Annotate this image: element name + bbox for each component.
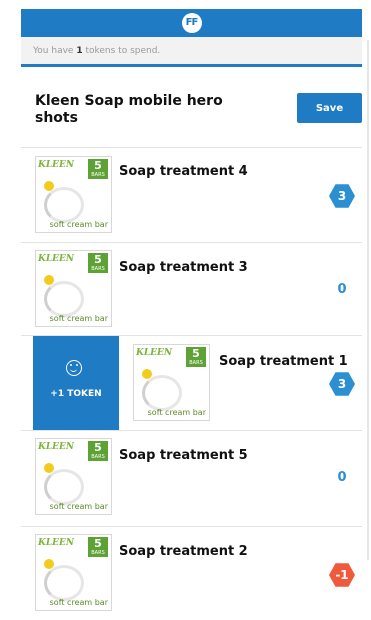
- token-status-text: You have 1 tokens to spend.: [33, 46, 160, 56]
- thumbnail-caption: soft cream bar: [49, 598, 108, 607]
- thumbnail-brand: KLEEN: [38, 442, 75, 452]
- score-value: 0: [337, 470, 347, 485]
- list-item[interactable]: KLEEN 5 BARS soft cream bar Soap treatmen…: [21, 528, 362, 620]
- thumbnail-caption: soft cream bar: [49, 220, 108, 229]
- list-item[interactable]: KLEEN 5 BARS soft cream bar Soap treatmen…: [119, 338, 362, 430]
- top-bar: FF: [21, 9, 362, 37]
- score-value: 0: [337, 282, 347, 297]
- scrollbar[interactable]: [367, 40, 369, 560]
- product-thumbnail: KLEEN 5 BARS soft cream bar: [35, 534, 112, 611]
- divider: [21, 147, 362, 148]
- divider: [21, 526, 362, 527]
- item-name: Soap treatment 3: [119, 260, 248, 275]
- soap-bar-icon: [44, 469, 84, 505]
- thumbnail-brand: KLEEN: [38, 254, 75, 264]
- token-suffix: tokens to spend.: [82, 46, 161, 56]
- flower-icon: [44, 559, 54, 569]
- product-thumbnail: KLEEN 5 BARS soft cream bar: [35, 250, 112, 327]
- add-token-action[interactable]: +1 TOKEN: [33, 336, 119, 430]
- thumbnail-pack-badge: 5 BARS: [88, 441, 108, 461]
- thumbnail-pack-badge: 5 BARS: [88, 537, 108, 557]
- token-bar: You have 1 tokens to spend.: [21, 37, 362, 67]
- item-name: Soap treatment 2: [119, 544, 248, 559]
- thumbnail-brand: KLEEN: [38, 538, 75, 548]
- add-token-label: +1 TOKEN: [50, 389, 102, 399]
- save-button[interactable]: Save: [297, 93, 362, 123]
- item-name: Soap treatment 5: [119, 448, 248, 463]
- flower-icon: [44, 463, 54, 473]
- divider: [21, 242, 362, 243]
- product-thumbnail: KLEEN 5 BARS soft cream bar: [35, 438, 112, 515]
- thumbnail-pack-badge: 5 BARS: [88, 159, 108, 179]
- thumbnail-caption: soft cream bar: [49, 314, 108, 323]
- soap-bar-icon: [44, 565, 84, 601]
- project-title: Kleen Soap mobile hero shots: [35, 93, 223, 126]
- token-prefix: You have: [33, 46, 77, 56]
- product-thumbnail: KLEEN 5 BARS soft cream bar: [35, 156, 112, 233]
- list-item[interactable]: KLEEN 5 BARS soft cream bar Soap treatmen…: [21, 432, 362, 524]
- thumbnail-caption: soft cream bar: [49, 502, 108, 511]
- list-item[interactable]: KLEEN 5 BARS soft cream bar Soap treatmen…: [21, 244, 362, 336]
- flower-icon: [44, 275, 54, 285]
- app-logo: FF: [181, 13, 202, 33]
- thumbnail-caption: soft cream bar: [147, 408, 206, 417]
- flower-icon: [44, 181, 54, 191]
- score-badge: 3: [329, 372, 355, 396]
- soap-bar-icon: [44, 281, 84, 317]
- item-name: Soap treatment 1: [219, 354, 348, 369]
- item-name: Soap treatment 4: [119, 164, 248, 179]
- list-item[interactable]: KLEEN 5 BARS soft cream bar Soap treatmen…: [21, 150, 362, 242]
- score-badge: 3: [329, 184, 355, 208]
- thumbnail-pack-badge: 5 BARS: [186, 347, 206, 367]
- soap-bar-icon: [44, 187, 84, 223]
- smiley-icon: [66, 360, 82, 376]
- flower-icon: [142, 369, 152, 379]
- thumbnail-brand: KLEEN: [38, 160, 75, 170]
- score-badge: -1: [329, 563, 355, 587]
- thumbnail-pack-badge: 5 BARS: [88, 253, 108, 273]
- divider: [21, 430, 362, 431]
- soap-bar-icon: [142, 375, 182, 411]
- product-thumbnail: KLEEN 5 BARS soft cream bar: [133, 344, 210, 421]
- thumbnail-brand: KLEEN: [136, 348, 173, 358]
